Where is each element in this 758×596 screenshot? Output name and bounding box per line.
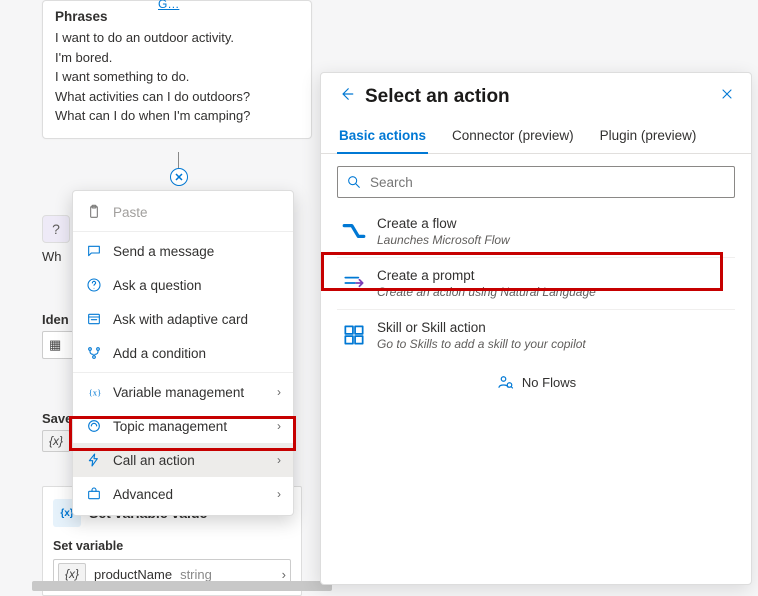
menu-call-action[interactable]: Call an action › <box>73 443 293 477</box>
search-input[interactable] <box>337 166 735 198</box>
variable-type: string <box>180 567 212 582</box>
node-close-icon[interactable]: ✕ <box>170 168 188 186</box>
menu-separator <box>73 372 293 373</box>
action-title: Skill or Skill action <box>377 320 586 335</box>
chevron-right-icon: › <box>282 567 286 582</box>
question-icon <box>85 276 103 294</box>
menu-ask-question[interactable]: Ask a question <box>73 268 293 302</box>
back-button[interactable] <box>337 85 355 108</box>
phrase-line: What activities can I do outdoors? <box>55 87 299 107</box>
menu-separator <box>73 231 293 232</box>
phrase-line: I want to do an outdoor activity. <box>55 28 299 48</box>
lightning-icon <box>85 451 103 469</box>
paste-icon <box>85 203 103 221</box>
menu-paste: Paste <box>73 195 293 229</box>
chevron-right-icon: › <box>277 419 281 433</box>
adaptive-card-icon <box>85 310 103 328</box>
set-variable-sub: Set variable <box>53 535 291 559</box>
context-menu: Paste Send a message Ask a question Ask … <box>72 190 294 516</box>
select-action-panel: Select an action Basic actions Connector… <box>320 72 752 585</box>
variable-name: productName <box>94 567 172 582</box>
menu-variable-management[interactable]: {x} Variable management › <box>73 375 293 409</box>
svg-text:{x}: {x} <box>89 387 102 397</box>
action-desc: Launches Microsoft Flow <box>377 233 510 247</box>
chevron-right-icon: › <box>277 385 281 399</box>
action-skill[interactable]: Skill or Skill action Go to Skills to ad… <box>337 310 735 361</box>
action-title: Create a prompt <box>377 268 596 283</box>
menu-topic-management[interactable]: Topic management › <box>73 409 293 443</box>
tab-connector[interactable]: Connector (preview) <box>450 118 576 153</box>
search-field[interactable] <box>370 175 726 190</box>
search-icon <box>346 174 362 190</box>
phrase-line: I want something to do. <box>55 67 299 87</box>
no-flows-message: No Flows <box>337 373 735 391</box>
chevron-right-icon: › <box>277 487 281 501</box>
panel-tabs: Basic actions Connector (preview) Plugin… <box>321 118 751 154</box>
tab-basic-actions[interactable]: Basic actions <box>337 118 428 153</box>
menu-send-message[interactable]: Send a message <box>73 234 293 268</box>
variable-icon: {x} <box>49 434 63 448</box>
menu-advanced[interactable]: Advanced › <box>73 477 293 511</box>
panel-title: Select an action <box>365 86 510 108</box>
action-desc: Create an action using Natural Language <box>377 285 596 299</box>
phrases-title: Phrases <box>55 9 299 24</box>
prompt-icon <box>341 268 367 296</box>
chat-icon <box>85 242 103 260</box>
phrase-line: What can I do when I'm camping? <box>55 106 299 126</box>
flow-icon <box>341 216 367 244</box>
tab-plugin[interactable]: Plugin (preview) <box>598 118 699 153</box>
chevron-right-icon: › <box>277 453 281 467</box>
menu-ask-adaptive[interactable]: Ask with adaptive card <box>73 302 293 336</box>
phrases-card: G… Phrases I want to do an outdoor activ… <box>42 0 312 139</box>
variable-icon: {x} <box>85 383 103 401</box>
horizontal-scrollbar[interactable] <box>32 581 332 591</box>
action-title: Create a flow <box>377 216 510 231</box>
person-search-icon <box>496 373 514 391</box>
action-create-flow[interactable]: Create a flow Launches Microsoft Flow <box>337 206 735 258</box>
close-button[interactable] <box>719 86 735 107</box>
action-desc: Go to Skills to add a skill to your copi… <box>377 337 586 351</box>
toolbox-icon <box>85 485 103 503</box>
menu-add-condition[interactable]: Add a condition <box>73 336 293 370</box>
question-icon: ? <box>42 215 70 243</box>
branch-icon <box>85 344 103 362</box>
topic-icon <box>85 417 103 435</box>
skill-icon <box>341 320 367 348</box>
phrase-line: I'm bored. <box>55 48 299 68</box>
phrases-link[interactable]: G… <box>158 0 179 11</box>
action-create-prompt[interactable]: Create a prompt Create an action using N… <box>337 258 735 310</box>
action-list: Create a flow Launches Microsoft Flow Cr… <box>321 206 751 391</box>
connector-line <box>178 152 179 168</box>
grid-icon: ▦ <box>49 337 61 353</box>
variable-chip[interactable]: {x} <box>42 430 70 452</box>
